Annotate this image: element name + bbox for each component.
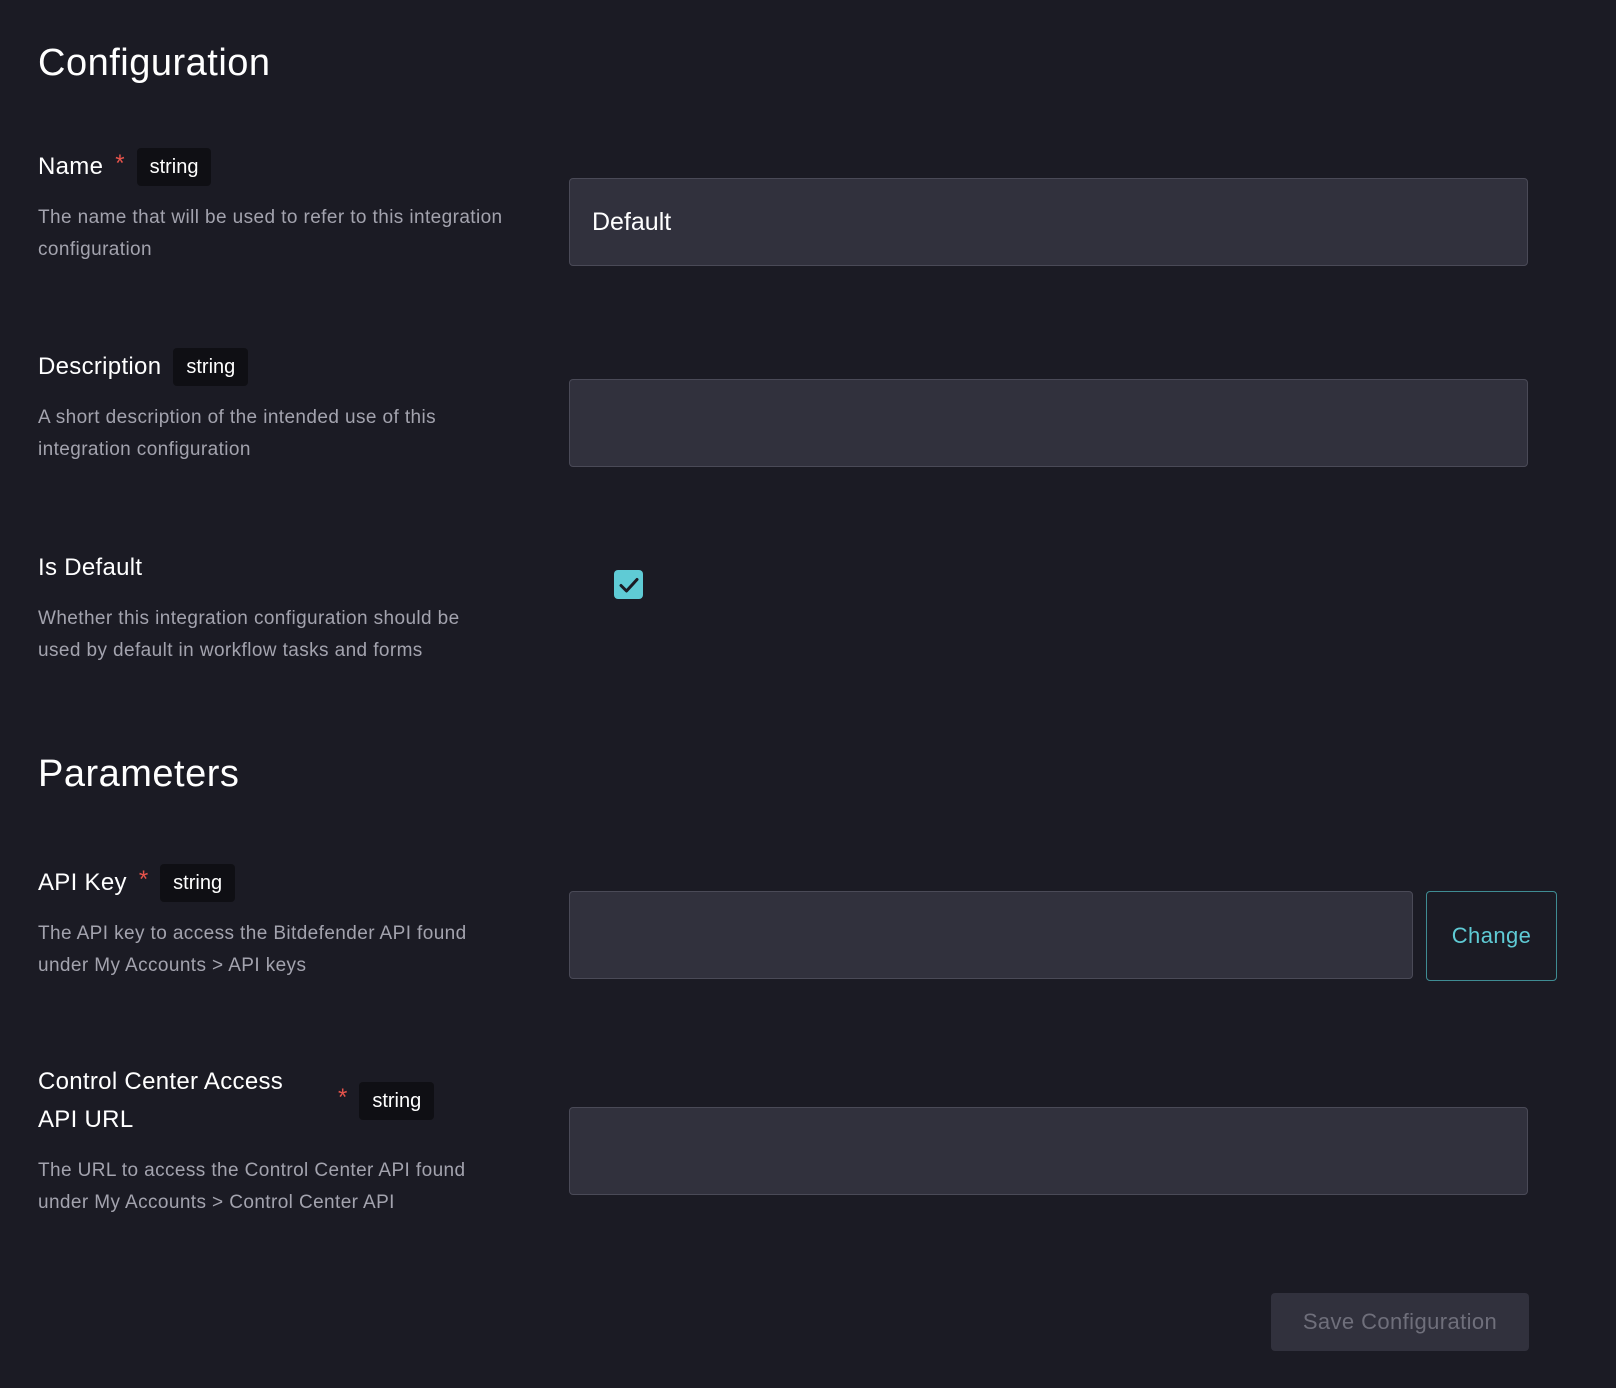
api-key-field-info: API Key * string The API key to access t… xyxy=(38,864,508,982)
is-default-label-row: Is Default xyxy=(38,549,508,587)
control-center-url-type-badge: string xyxy=(359,1082,435,1120)
name-label-row: Name * string xyxy=(38,148,508,186)
name-help-text: The name that will be used to refer to t… xyxy=(38,207,503,260)
is-default-help-text: Whether this integration configuration s… xyxy=(38,608,460,661)
name-required-mark: * xyxy=(115,150,125,177)
control-center-url-help-text: The URL to access the Control Center API… xyxy=(38,1160,466,1213)
description-help-text: A short description of the intended use … xyxy=(38,407,436,460)
api-key-required-mark: * xyxy=(138,866,149,893)
is-default-checkbox[interactable] xyxy=(614,570,643,599)
control-center-url-field-info: Control Center Access API URL * string T… xyxy=(38,1063,508,1219)
is-default-field-info: Is Default Whether this integration conf… xyxy=(38,549,508,667)
control-center-url-required-mark: * xyxy=(338,1084,348,1111)
name-field-info: Name * string The name that will be used… xyxy=(38,148,508,266)
name-type-badge: string xyxy=(136,148,212,186)
description-input[interactable] xyxy=(569,379,1528,467)
check-icon xyxy=(619,577,638,592)
configuration-heading: Configuration xyxy=(38,42,271,84)
control-center-url-input[interactable] xyxy=(569,1107,1528,1195)
control-center-url-label-row: Control Center Access API URL * string xyxy=(38,1063,508,1139)
configuration-form: Configuration Name * string The name tha… xyxy=(38,0,1578,1388)
is-default-label: Is Default xyxy=(38,554,143,581)
description-field-info: Description string A short description o… xyxy=(38,348,508,466)
parameters-heading: Parameters xyxy=(38,753,240,795)
control-center-url-label: Control Center Access API URL xyxy=(38,1068,284,1133)
description-type-badge: string xyxy=(173,348,249,386)
name-input[interactable] xyxy=(569,178,1528,266)
description-label: Description xyxy=(38,353,162,380)
change-api-key-button[interactable]: Change xyxy=(1426,891,1557,981)
api-key-help-text: The API key to access the Bitdefender AP… xyxy=(38,923,467,976)
description-label-row: Description string xyxy=(38,348,508,386)
name-label: Name xyxy=(38,153,104,180)
api-key-label: API Key xyxy=(38,869,127,896)
api-key-label-row: API Key * string xyxy=(38,864,508,902)
api-key-input[interactable] xyxy=(569,891,1413,979)
save-configuration-button[interactable]: Save Configuration xyxy=(1271,1293,1529,1351)
api-key-type-badge: string xyxy=(160,864,236,902)
